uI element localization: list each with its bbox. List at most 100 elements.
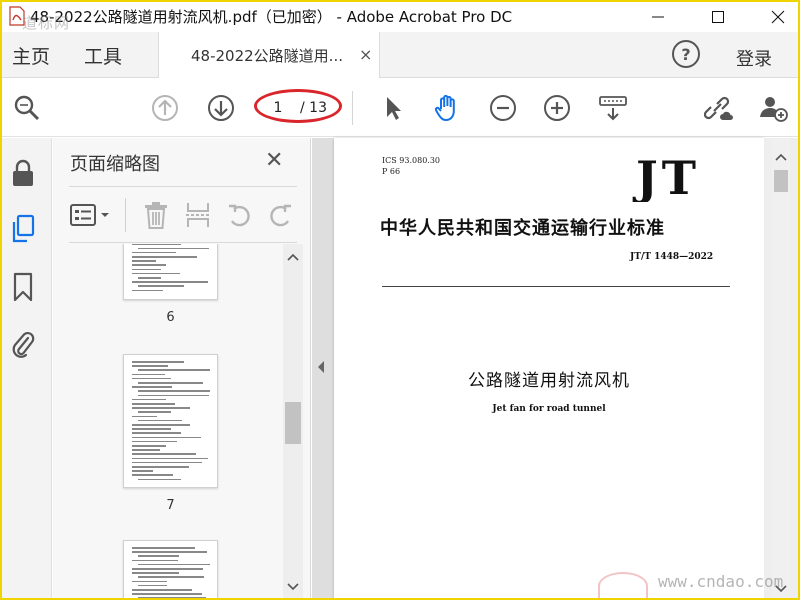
bookmarks-button[interactable] bbox=[9, 272, 37, 302]
page-thumbnails-icon bbox=[12, 214, 35, 243]
thumbnail-text-line bbox=[138, 382, 203, 384]
previous-page-button[interactable] bbox=[150, 93, 180, 123]
document-scrollbar[interactable] bbox=[772, 138, 790, 598]
thumbnail-text-line bbox=[132, 432, 181, 434]
classification-code: P 66 bbox=[382, 167, 401, 176]
document-title-cn: 公路隧道用射流风机 bbox=[468, 371, 630, 391]
zoom-out-icon bbox=[490, 95, 516, 121]
thumbnail-text-line bbox=[132, 436, 201, 439]
arrow-up-circle-icon bbox=[152, 95, 178, 121]
thumbnail-text-line bbox=[132, 445, 166, 447]
zoom-in-icon bbox=[544, 95, 570, 121]
rotate-counterclockwise-button[interactable] bbox=[225, 200, 255, 230]
thumbnail-text-line bbox=[138, 285, 184, 287]
thumbnail-text-line bbox=[132, 474, 173, 476]
standard-number: JT/T 1448—2022 bbox=[630, 252, 714, 262]
jt-logo-text: JT bbox=[632, 152, 700, 202]
document-tab[interactable]: 48-2022公路隧道用... × bbox=[158, 32, 380, 78]
maximize-button[interactable] bbox=[698, 2, 738, 32]
help-icon: ? bbox=[681, 44, 691, 64]
tools-divider bbox=[125, 198, 126, 232]
panel-divider-lower bbox=[69, 242, 297, 243]
collapse-panel-icon[interactable] bbox=[316, 360, 326, 374]
thumbnail-text-line bbox=[132, 453, 197, 455]
share-link-button[interactable] bbox=[704, 93, 734, 123]
login-button[interactable]: 登录 bbox=[736, 45, 772, 71]
rotate-left-icon bbox=[229, 204, 250, 227]
maximize-icon bbox=[712, 11, 724, 23]
thumbnail-text-line bbox=[132, 365, 169, 367]
thumbnail-text-line bbox=[132, 466, 190, 468]
thumbnail-text-line bbox=[138, 411, 171, 413]
document-scrollbar-thumb[interactable] bbox=[774, 170, 788, 192]
select-tool-button[interactable] bbox=[378, 93, 408, 123]
next-page-button[interactable] bbox=[206, 93, 236, 123]
page-display-button[interactable] bbox=[598, 93, 628, 123]
thumbnail-text-line bbox=[132, 593, 203, 595]
title-bar: 48-2022公路隧道用射流风机.pdf（已加密） - Adobe Acroba… bbox=[2, 2, 798, 32]
arrow-down-circle-icon bbox=[208, 95, 234, 121]
thumbnail-text-line bbox=[132, 407, 190, 409]
document-tab-close-button[interactable]: × bbox=[359, 45, 372, 64]
toolbar: 1 / 13 bbox=[2, 79, 798, 137]
thumbnail-text-line bbox=[132, 428, 171, 430]
thumbnail-scrollbar[interactable] bbox=[283, 244, 303, 598]
window-title: 48-2022公路隧道用射流风机.pdf（已加密） - Adobe Acroba… bbox=[30, 8, 513, 26]
thumbnail-text-line bbox=[132, 289, 163, 292]
rotate-clockwise-button[interactable] bbox=[265, 200, 295, 230]
hand-icon bbox=[434, 94, 455, 121]
thumbnail-text-line bbox=[138, 597, 207, 598]
toolbar-divider bbox=[352, 91, 353, 125]
thumbnail-text-line bbox=[132, 268, 162, 271]
help-button[interactable]: ? bbox=[672, 40, 700, 68]
thumbnail-text-line bbox=[132, 244, 182, 245]
hand-tool-button[interactable] bbox=[432, 93, 462, 123]
standard-title: 中华人民共和国交通运输行业标准 bbox=[380, 218, 665, 239]
delete-page-button[interactable] bbox=[141, 200, 171, 230]
panel-title: 页面缩略图 bbox=[70, 154, 160, 175]
thumbnail-text-line bbox=[132, 461, 202, 464]
thumbnail-text-line bbox=[138, 369, 210, 371]
tools-tab[interactable]: 工具 bbox=[84, 42, 122, 69]
thumbnail-options-button[interactable] bbox=[69, 200, 115, 230]
add-user-button[interactable] bbox=[758, 93, 788, 123]
header-rule bbox=[382, 286, 730, 287]
page-thumbnail[interactable] bbox=[123, 354, 218, 488]
document-view: ICS 93.080.30 P 66 JT 中华人民共和国交通运输行业标准 JT… bbox=[312, 138, 798, 598]
page-thumbnail-number: 7 bbox=[166, 498, 175, 513]
thumbnail-text-line bbox=[132, 559, 178, 562]
thumbnail-text-line bbox=[138, 478, 181, 481]
attachments-button[interactable] bbox=[9, 328, 37, 358]
thumbnail-text-line bbox=[138, 584, 167, 587]
thumbnail-text-line bbox=[132, 377, 172, 380]
thumbnail-tools bbox=[69, 196, 297, 236]
scroll-down-icon[interactable] bbox=[286, 580, 300, 594]
extract-page-icon bbox=[186, 203, 210, 227]
close-window-button[interactable] bbox=[758, 2, 798, 32]
cursor-arrow-icon bbox=[387, 97, 401, 120]
search-icon bbox=[14, 95, 40, 121]
home-tab[interactable]: 主页 bbox=[12, 42, 50, 69]
page-thumbnails-button[interactable] bbox=[9, 214, 37, 244]
rotate-right-icon bbox=[270, 204, 291, 227]
doc-scroll-up-icon[interactable] bbox=[774, 150, 788, 164]
extract-page-button[interactable] bbox=[183, 200, 213, 230]
zoom-in-button[interactable] bbox=[542, 93, 572, 123]
scroll-up-icon[interactable] bbox=[286, 250, 300, 264]
security-panel-button[interactable] bbox=[9, 158, 37, 188]
page-thumbnail[interactable] bbox=[123, 540, 218, 598]
thumbnail-text-line bbox=[132, 580, 168, 583]
panel-close-button[interactable]: ✕ bbox=[265, 148, 283, 173]
pdf-page[interactable]: ICS 93.080.30 P 66 JT 中华人民共和国交通运输行业标准 JT… bbox=[334, 138, 764, 598]
minimize-button[interactable] bbox=[638, 2, 678, 32]
thumbnail-text-line bbox=[132, 572, 180, 574]
lock-icon bbox=[13, 159, 33, 186]
thumbnail-text-line bbox=[138, 555, 179, 557]
page-thumbnail[interactable] bbox=[123, 244, 218, 300]
document-scroll-area bbox=[764, 138, 798, 598]
thumbnail-scrollbar-thumb[interactable] bbox=[285, 402, 301, 444]
bookmark-icon bbox=[13, 272, 33, 302]
thumbnail-text-line bbox=[132, 415, 158, 418]
zoom-out-button[interactable] bbox=[488, 93, 518, 123]
search-button[interactable] bbox=[12, 93, 42, 123]
